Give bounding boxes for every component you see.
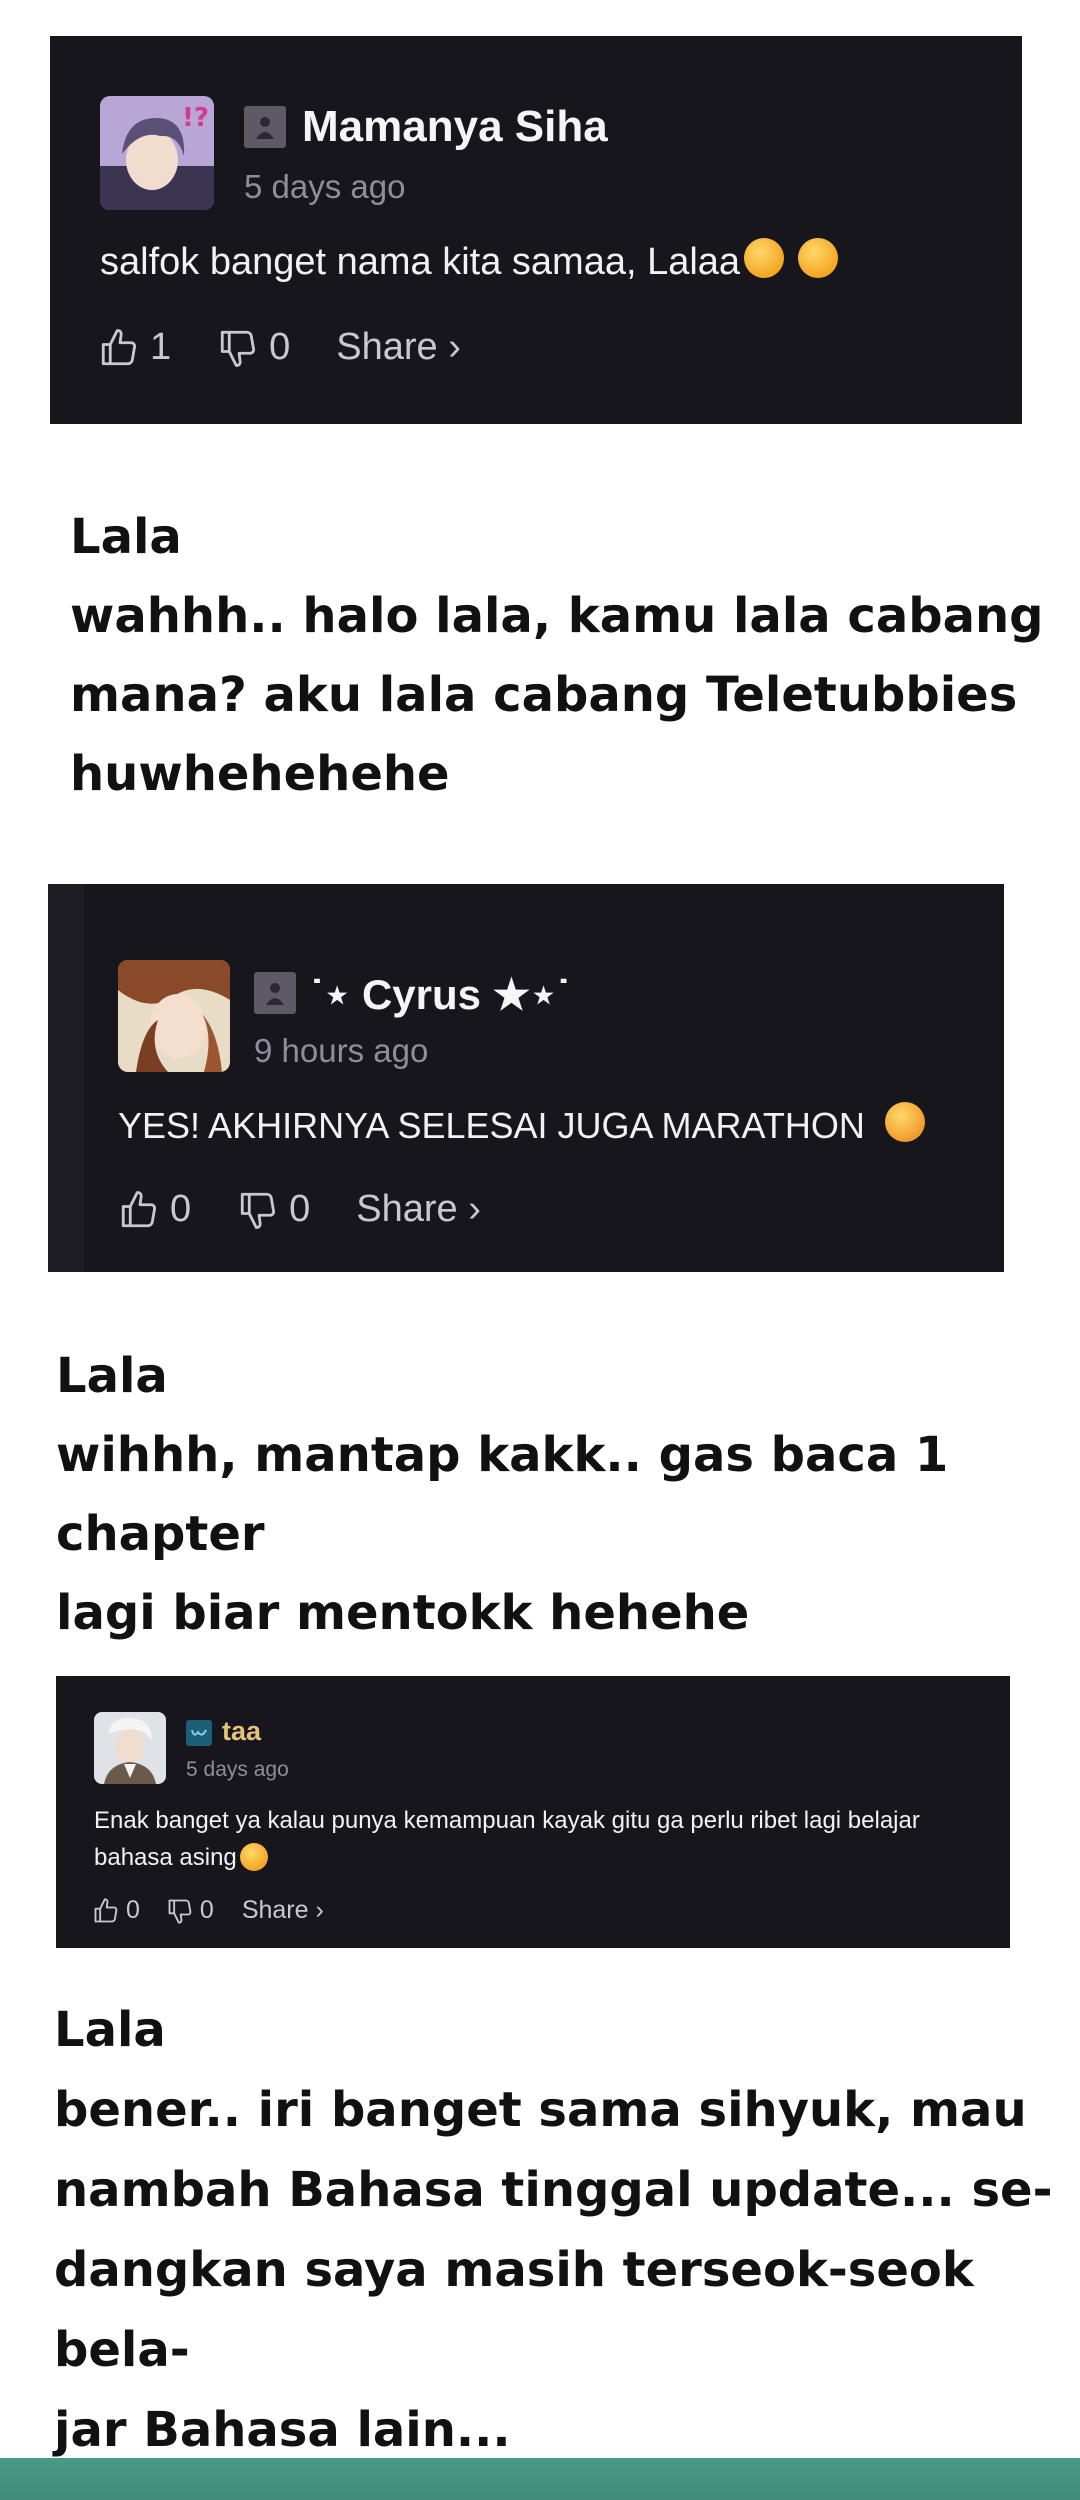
comment-text-body: YES! AKHIRNYA SELESAI JUGA MARATHON: [118, 1105, 865, 1146]
dislike-button[interactable]: 0: [217, 326, 290, 369]
comment-text: YES! AKHIRNYA SELESAI JUGA MARATHON: [118, 1102, 925, 1147]
emoji-icon: [239, 1843, 268, 1871]
share-button[interactable]: Share ›: [356, 1188, 481, 1231]
user-badge-icon: [254, 972, 296, 1014]
comment-text: salfok banget nama kita samaa, Lalaa: [100, 238, 839, 284]
reply-block: Lala wihhh, mantap kakk.. gas baca 1 cha…: [56, 1337, 1080, 1653]
comment-username[interactable]: ˙⋆ Cyrus ★⋆˙: [310, 970, 571, 1019]
comment-card: !? Mamanya Siha 5 days ago salfok banget…: [50, 36, 1022, 424]
comment-card: taa 5 days ago Enak banget ya kalau puny…: [56, 1676, 1010, 1948]
like-count: 1: [150, 326, 172, 368]
avatar-image: [94, 1712, 166, 1784]
share-button[interactable]: Share ›: [242, 1896, 324, 1925]
comment-username[interactable]: taa: [222, 1716, 261, 1747]
user-badge-icon: [186, 1720, 212, 1746]
comment-actions: 1 0 Share ›: [98, 326, 461, 369]
thumbs-up-icon: [94, 1897, 118, 1922]
comment-actions: 0 0 Share ›: [92, 1896, 324, 1925]
avatar-image: !?: [100, 96, 214, 210]
comment-time: 9 hours ago: [254, 1032, 429, 1069]
comment-username[interactable]: Mamanya Siha: [302, 102, 608, 152]
share-button[interactable]: Share ›: [336, 326, 461, 369]
emoji-icon: [884, 1102, 925, 1142]
comment-time: 5 days ago: [186, 1758, 289, 1781]
comment-text-body: salfok banget nama kita samaa, Lalaa: [100, 241, 741, 283]
dislike-count: 0: [269, 326, 291, 368]
comment-card: ˙⋆ Cyrus ★⋆˙ 9 hours ago YES! AKHIRNYA S…: [48, 884, 1004, 1272]
thumbs-down-icon: [220, 330, 256, 367]
thumbs-up-icon: [101, 328, 137, 365]
reply-author: Lala: [54, 2002, 166, 2058]
comment-text: Enak banget ya kalau punya kemampuan kay…: [94, 1802, 994, 1876]
share-label: Share ›: [241, 1896, 324, 1924]
reply-text: bener.. iri banget sama sihyuk, mau namb…: [54, 2082, 1053, 2458]
emoji-icon: [798, 238, 839, 278]
reply-block: Lala bener.. iri banget sama sihyuk, mau…: [54, 1990, 1080, 2470]
avatar[interactable]: [118, 960, 230, 1072]
comment-actions: 0 0 Share ›: [118, 1188, 481, 1231]
avatar-image: [118, 960, 230, 1072]
thumbs-up-icon: [121, 1190, 157, 1227]
like-button[interactable]: 0: [118, 1188, 191, 1231]
share-label: Share ›: [336, 326, 461, 368]
footer-band: [0, 2458, 1080, 2500]
comment-text-body: Enak banget ya kalau punya kemampuan kay…: [94, 1807, 920, 1871]
user-badge-icon: [244, 106, 286, 148]
reply-block: Lala wahhh.. halo lala, kamu lala cabang…: [70, 498, 1044, 814]
like-button[interactable]: 1: [98, 326, 171, 369]
avatar[interactable]: !?: [100, 96, 214, 210]
reply-author: Lala: [70, 509, 182, 565]
thumbs-down-icon: [168, 1899, 192, 1924]
dislike-button[interactable]: 0: [166, 1896, 214, 1925]
dislike-count: 0: [289, 1188, 311, 1230]
svg-text:!?: !?: [182, 103, 209, 133]
dislike-button[interactable]: 0: [237, 1188, 310, 1231]
dislike-count: 0: [199, 1896, 214, 1924]
like-button[interactable]: 0: [92, 1896, 140, 1925]
reply-text: wahhh.. halo lala, kamu lala cabang mana…: [70, 588, 1044, 802]
reply-author: Lala: [56, 1348, 168, 1404]
like-count: 0: [126, 1896, 140, 1924]
comment-time: 5 days ago: [244, 168, 406, 205]
share-label: Share ›: [356, 1188, 481, 1230]
avatar[interactable]: [94, 1712, 166, 1784]
thumbs-down-icon: [240, 1192, 276, 1229]
reply-text: wihhh, mantap kakk.. gas baca 1 chapter …: [56, 1427, 949, 1641]
emoji-icon: [744, 238, 785, 278]
like-count: 0: [170, 1188, 192, 1230]
